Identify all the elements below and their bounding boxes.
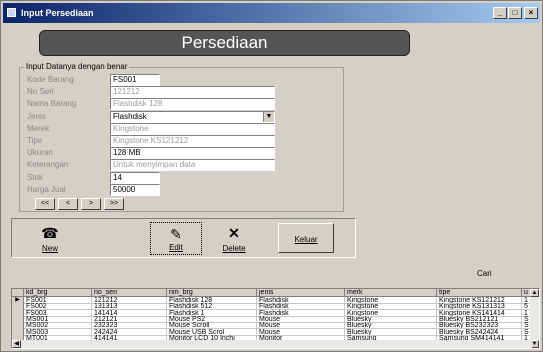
edit-button[interactable]: ✎ Edit [150,222,202,255]
field-value: Kingstone KS121212 [113,136,189,145]
field-input[interactable]: FS001 [110,74,160,86]
maximize-button[interactable]: □ [508,7,522,19]
field-value: Kingstone [113,123,149,133]
edit-label: Edit [169,243,183,252]
field-label: Tipe [27,136,43,145]
field-label: Harga Jual [27,184,66,194]
field-label: Keterangan [27,160,69,170]
input-group: Input Datanya dengan benar Kode Barang FS… [19,62,344,212]
delete-label: Delete [222,244,246,253]
scroll-up-icon[interactable]: ▲ [530,289,539,297]
field-label: No Seri [27,87,54,97]
exit-button[interactable]: Keluar [278,223,334,253]
field-value: 128 MB [113,148,141,158]
field-input[interactable]: 50000 [110,183,160,196]
next-record-button[interactable]: > [81,198,101,210]
edit-icon: ✎ [170,226,182,242]
close-button[interactable]: × [524,7,538,19]
page-title: Persediaan [39,30,410,56]
field-label: Merek [27,123,50,133]
column-header[interactable]: tipe [437,289,522,297]
scroll-left-icon[interactable]: ◀ [12,340,21,348]
field-value: Untuk menyimpan data [113,160,196,170]
field-value: 14 [113,172,122,182]
field-input[interactable]: Untuk menyimpan data [110,159,275,172]
field-input[interactable]: Flashdisk 128 [110,98,275,111]
field-input[interactable]: 14 [110,171,160,184]
group-label: Input Datanya dengan benar [24,62,130,71]
column-header[interactable]: jenis [257,289,345,297]
prev-record-button[interactable]: < [58,198,78,210]
grid-corner [12,289,24,297]
window-title: Input Persediaan [21,8,94,18]
field-input[interactable]: Flashdisk ▼ [110,110,275,123]
dropdown-arrow-icon[interactable]: ▼ [263,111,274,122]
delete-button[interactable]: ✕ Delete [208,222,260,255]
inventory-table[interactable]: kd_brg no_seri nm_brg jenis merk tipe u ▶ FS001… [11,288,540,349]
field-label: Stok [27,172,44,182]
exit-label: Keluar [294,235,318,244]
app-window: Input Persediaan _ □ × Persediaan Input … [0,0,543,352]
action-panel: ☎ New ✎ Edit ✕ Delete Keluar [11,218,356,258]
new-label: New [41,244,58,253]
field-input[interactable]: Kingstone KS121212 [110,135,275,147]
column-header[interactable]: kd_brg [24,289,92,297]
field-value: Flashdisk 128 [113,99,163,109]
minimize-button[interactable]: _ [493,7,507,19]
column-header[interactable]: no_seri [92,289,167,297]
field-label: Kode Barang [27,75,74,84]
title-bar[interactable]: Input Persediaan _ □ × [3,3,540,23]
search-button[interactable]: Cari [477,269,492,278]
field-input[interactable]: Kingstone [110,122,275,135]
field-value: 121212 [113,87,140,97]
field-input[interactable]: 128 MB [110,147,275,160]
first-record-button[interactable]: << [35,198,55,210]
delete-icon: ✕ [228,225,240,241]
column-header[interactable]: merk [345,289,437,297]
last-record-button[interactable]: >> [104,198,124,210]
field-label: Ukuran [27,148,53,158]
field-label: Jenis [27,111,46,121]
field-value: 50000 [113,184,136,194]
horizontal-scrollbar[interactable]: ◀ [12,340,532,348]
new-button[interactable]: ☎ New [24,222,76,255]
field-input[interactable]: 121212 [110,86,275,99]
field-value: Flashdisk [113,111,147,121]
field-value: FS001 [113,75,137,84]
field-label: Nama Barang [27,99,77,109]
new-icon: ☎ [41,225,59,241]
app-icon [7,8,16,17]
column-header[interactable]: nm_brg [167,289,257,297]
